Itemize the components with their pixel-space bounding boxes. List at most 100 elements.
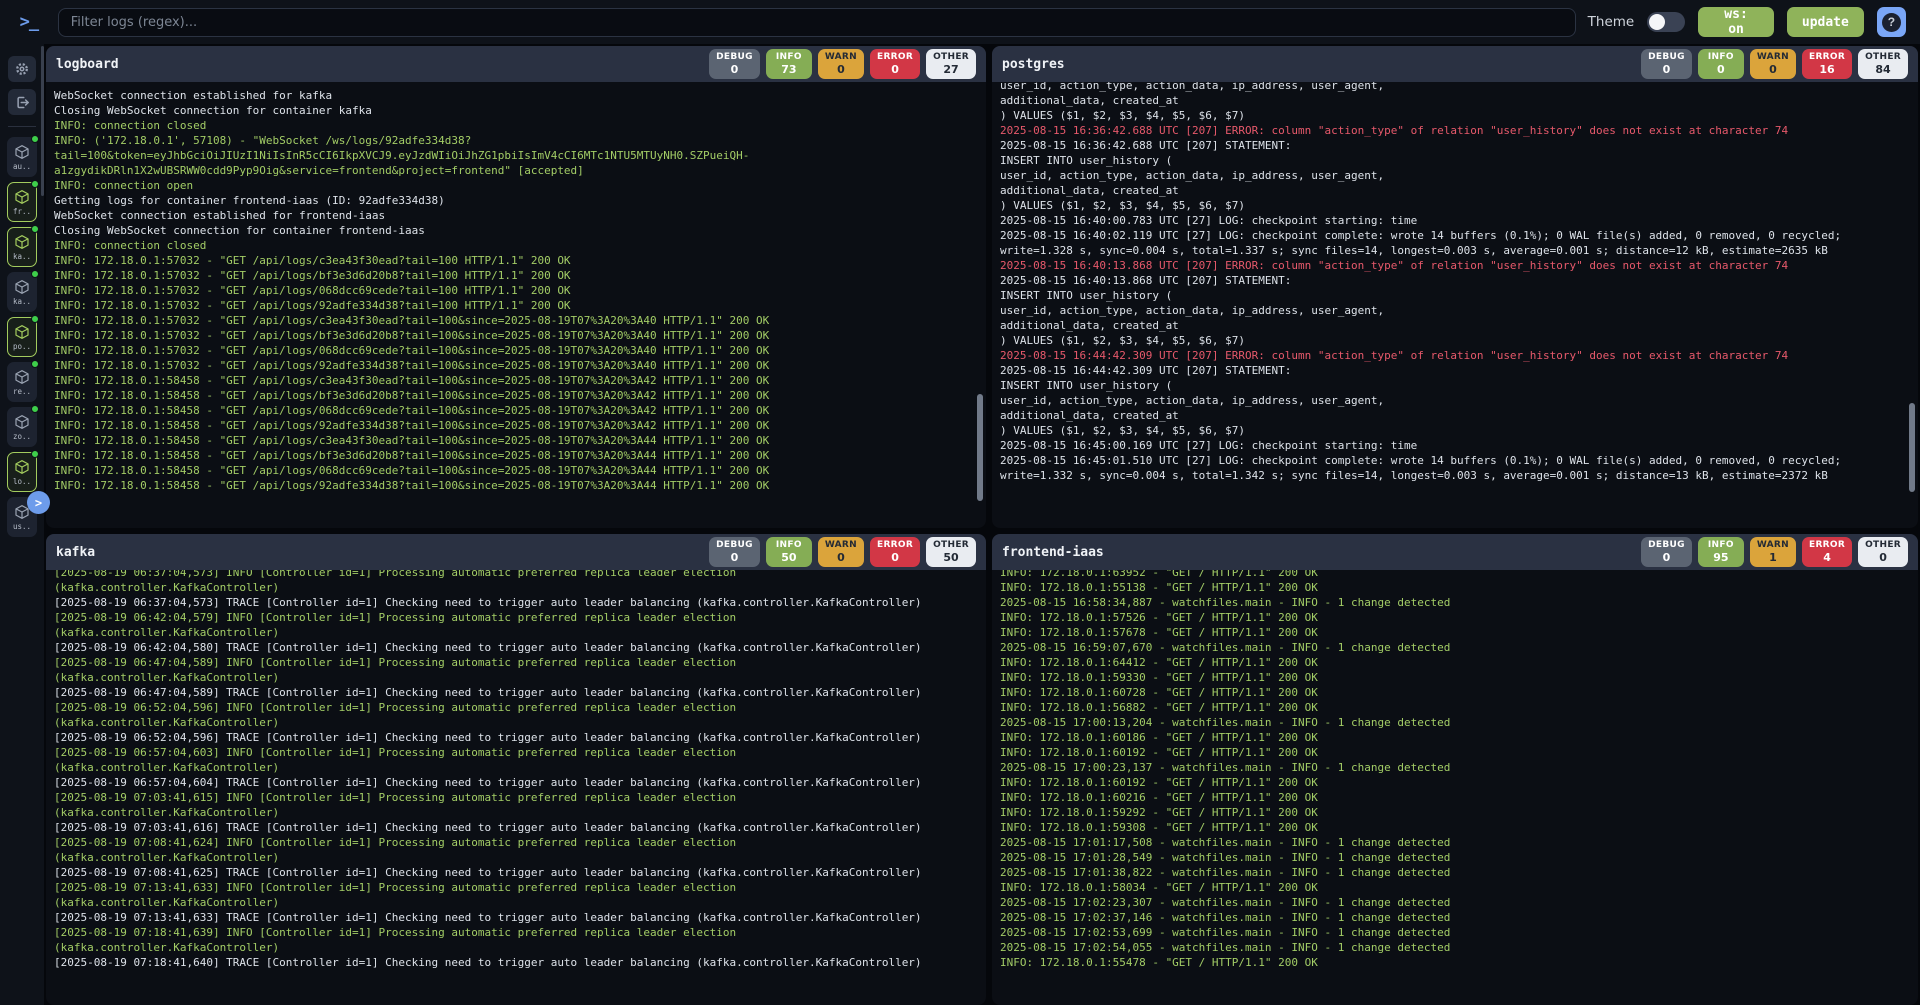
badge-error[interactable]: ERROR 4 bbox=[1802, 537, 1852, 567]
log-line: INSERT INTO user_history ( bbox=[1000, 378, 1918, 393]
badge-error[interactable]: ERROR 0 bbox=[870, 537, 920, 567]
badge-label: WARN bbox=[825, 53, 857, 62]
log-line: (kafka.controller.KafkaController) bbox=[54, 895, 986, 910]
badge-error[interactable]: ERROR 0 bbox=[870, 49, 920, 79]
badge-label: INFO bbox=[1708, 53, 1734, 62]
sidebar-item-au[interactable]: au.. bbox=[7, 137, 37, 177]
log-line: 2025-08-15 17:01:38,822 - watchfiles.mai… bbox=[1000, 865, 1918, 880]
badge-other[interactable]: OTHER 84 bbox=[1858, 49, 1908, 79]
log-output[interactable]: user_id, action_type, action_data, ip_ad… bbox=[992, 82, 1918, 528]
logout-button[interactable] bbox=[8, 89, 36, 115]
update-button[interactable]: update bbox=[1787, 7, 1864, 37]
log-line: 2025-08-15 16:44:42.309 UTC [207] ERROR:… bbox=[1000, 348, 1918, 363]
logout-icon bbox=[15, 95, 30, 110]
sidebar-item-ka[interactable]: ka.. bbox=[7, 272, 37, 312]
log-line: [2025-08-19 06:47:04,589] TRACE [Control… bbox=[54, 685, 986, 700]
badge-warn[interactable]: WARN 0 bbox=[818, 49, 864, 79]
cube-icon bbox=[14, 279, 30, 295]
log-line: write=1.332 s, sync=0.004 s, total=1.342… bbox=[1000, 468, 1918, 483]
log-line: INFO: 172.18.0.1:60216 - "GET / HTTP/1.1… bbox=[1000, 790, 1918, 805]
sidebar: au.. fr.. ka.. bbox=[0, 44, 44, 1005]
log-line: INFO: 172.18.0.1:57032 - "GET /api/logs/… bbox=[54, 358, 986, 373]
badge-other[interactable]: OTHER 0 bbox=[1858, 537, 1908, 567]
log-output[interactable]: INFO: 172.18.0.1:63952 - "GET / HTTP/1.1… bbox=[992, 570, 1918, 1005]
badge-info[interactable]: INFO 95 bbox=[1698, 537, 1744, 567]
badge-error[interactable]: ERROR 16 bbox=[1802, 49, 1852, 79]
sidebar-item-ka[interactable]: ka.. bbox=[7, 227, 37, 267]
log-line: 2025-08-15 17:00:23,137 - watchfiles.mai… bbox=[1000, 760, 1918, 775]
badge-count: 1 bbox=[1769, 552, 1777, 563]
badge-debug[interactable]: DEBUG 0 bbox=[1641, 537, 1692, 567]
sidebar-item-zo[interactable]: zo.. bbox=[7, 407, 37, 447]
log-line: INFO: 172.18.0.1:58458 - "GET /api/logs/… bbox=[54, 388, 986, 403]
sidebar-item-fr[interactable]: fr.. bbox=[7, 182, 37, 222]
badge-count: 0 bbox=[731, 552, 739, 563]
sidebar-items: au.. fr.. ka.. bbox=[7, 137, 37, 542]
sidebar-expand-button[interactable]: > bbox=[27, 491, 50, 514]
badge-count: 4 bbox=[1823, 552, 1831, 563]
log-line: INFO: 172.18.0.1:58458 - "GET /api/logs/… bbox=[54, 448, 986, 463]
log-line: [2025-08-19 07:13:41,633] TRACE [Control… bbox=[54, 910, 986, 925]
badge-label: DEBUG bbox=[1648, 53, 1685, 62]
badge-debug[interactable]: DEBUG 0 bbox=[1641, 49, 1692, 79]
log-line: [2025-08-19 06:42:04,580] TRACE [Control… bbox=[54, 640, 986, 655]
badge-other[interactable]: OTHER 27 bbox=[926, 49, 976, 79]
panel-header: postgres DEBUG 0 INFO 0 WARN 0 ERROR 16 … bbox=[992, 46, 1918, 82]
badge-info[interactable]: INFO 0 bbox=[1698, 49, 1744, 79]
log-line: INFO: 172.18.0.1:57678 - "GET / HTTP/1.1… bbox=[1000, 625, 1918, 640]
log-line: INFO: 172.18.0.1:63952 - "GET / HTTP/1.1… bbox=[1000, 570, 1918, 580]
log-line: (kafka.controller.KafkaController) bbox=[54, 580, 986, 595]
topbar-actions: Theme ws: on update ? bbox=[1588, 7, 1908, 37]
badge-other[interactable]: OTHER 50 bbox=[926, 537, 976, 567]
badge-info[interactable]: INFO 50 bbox=[766, 537, 812, 567]
log-line: [2025-08-19 06:47:04,589] INFO [Controll… bbox=[54, 655, 986, 670]
badge-count: 0 bbox=[1717, 64, 1725, 75]
log-line: INFO: 172.18.0.1:58458 - "GET /api/logs/… bbox=[54, 403, 986, 418]
status-dot bbox=[31, 405, 39, 413]
sidebar-item-label: lo.. bbox=[13, 477, 31, 486]
log-line: INFO: 172.18.0.1:57032 - "GET /api/logs/… bbox=[54, 253, 986, 268]
log-line: 2025-08-15 16:40:00.783 UTC [27] LOG: ch… bbox=[1000, 213, 1918, 228]
log-output[interactable]: [2025-08-19 06:37:04,573] INFO [Controll… bbox=[46, 570, 986, 1005]
log-line: [2025-08-19 07:18:41,639] INFO [Controll… bbox=[54, 925, 986, 940]
log-line: [2025-08-19 07:03:41,616] TRACE [Control… bbox=[54, 820, 986, 835]
scrollbar-thumb[interactable] bbox=[977, 394, 983, 501]
cube-icon bbox=[14, 324, 30, 340]
log-line: tail=100&token=eyJhbGciOiJIUzI1NiIsInR5c… bbox=[54, 148, 986, 163]
log-line: 2025-08-15 16:59:07,670 - watchfiles.mai… bbox=[1000, 640, 1918, 655]
panel-logboard: logboard DEBUG 0 INFO 73 WARN 0 ERROR 0 … bbox=[46, 46, 986, 528]
log-line: INFO: 172.18.0.1:60728 - "GET / HTTP/1.1… bbox=[1000, 685, 1918, 700]
log-line: (kafka.controller.KafkaController) bbox=[54, 760, 986, 775]
sidebar-scrollbar-thumb[interactable] bbox=[41, 46, 44, 196]
badge-debug[interactable]: DEBUG 0 bbox=[709, 49, 760, 79]
filter-input[interactable] bbox=[58, 8, 1576, 37]
badge-warn[interactable]: WARN 0 bbox=[1750, 49, 1796, 79]
sidebar-divider bbox=[8, 126, 36, 127]
help-button[interactable]: ? bbox=[1877, 7, 1906, 37]
log-line: ) VALUES ($1, $2, $3, $4, $5, $6, $7) bbox=[1000, 333, 1918, 348]
sidebar-item-re[interactable]: re.. bbox=[7, 362, 37, 402]
ws-toggle-button[interactable]: ws: on bbox=[1698, 7, 1774, 37]
settings-button[interactable] bbox=[8, 56, 36, 82]
level-badges: DEBUG 0 INFO 95 WARN 1 ERROR 4 OTHER 0 bbox=[1641, 537, 1908, 567]
badge-warn[interactable]: WARN 0 bbox=[818, 537, 864, 567]
theme-toggle[interactable] bbox=[1647, 12, 1685, 32]
log-line: [2025-08-19 06:52:04,596] TRACE [Control… bbox=[54, 730, 986, 745]
badge-info[interactable]: INFO 73 bbox=[766, 49, 812, 79]
log-line: Getting logs for container frontend-iaas… bbox=[54, 193, 986, 208]
sidebar-item-lo[interactable]: lo.. bbox=[7, 452, 37, 492]
log-output[interactable]: WebSocket connection established for kaf… bbox=[46, 82, 986, 528]
log-line: [2025-08-19 07:08:41,625] TRACE [Control… bbox=[54, 865, 986, 880]
sidebar-item-po[interactable]: po.. bbox=[7, 317, 37, 357]
log-line: INFO: 172.18.0.1:59308 - "GET / HTTP/1.1… bbox=[1000, 820, 1918, 835]
badge-debug[interactable]: DEBUG 0 bbox=[709, 537, 760, 567]
log-line: INFO: 172.18.0.1:59292 - "GET / HTTP/1.1… bbox=[1000, 805, 1918, 820]
log-line: (kafka.controller.KafkaController) bbox=[54, 625, 986, 640]
badge-label: DEBUG bbox=[1648, 541, 1685, 550]
log-line: additional_data, created_at bbox=[1000, 183, 1918, 198]
log-line: [2025-08-19 07:03:41,615] INFO [Controll… bbox=[54, 790, 986, 805]
log-line: 2025-08-15 16:58:34,887 - watchfiles.mai… bbox=[1000, 595, 1918, 610]
badge-count: 0 bbox=[891, 64, 899, 75]
badge-warn[interactable]: WARN 1 bbox=[1750, 537, 1796, 567]
scrollbar-thumb[interactable] bbox=[1909, 403, 1915, 492]
